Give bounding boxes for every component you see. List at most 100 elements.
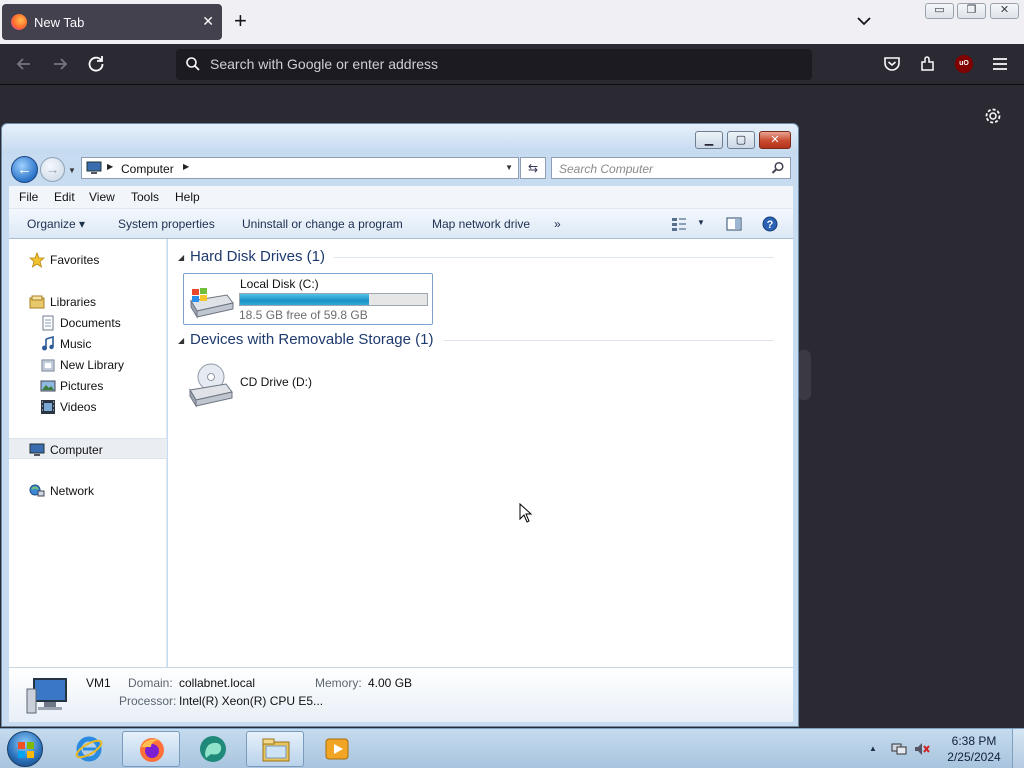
group-hard-disk-drives[interactable]: ◢ Hard Disk Drives (1): [174, 247, 784, 267]
search-icon: [771, 161, 784, 174]
volume-muted-icon[interactable]: [914, 741, 930, 757]
preview-pane-icon[interactable]: [726, 216, 742, 232]
ublock-extension-icon[interactable]: uO: [955, 55, 973, 73]
forward-arrow-icon[interactable]: [48, 52, 72, 76]
library-icon: [41, 359, 55, 372]
processor-label: Processor:: [119, 694, 177, 708]
system-properties-button[interactable]: System properties: [118, 217, 215, 231]
show-hidden-icons-icon[interactable]: ▲: [869, 744, 877, 753]
content-pane: ◢ Hard Disk Drives (1) Local Disk (C:) 1…: [168, 239, 793, 667]
chat-app-icon: [200, 736, 226, 762]
taskbar-firefox[interactable]: [122, 731, 180, 767]
computer-icon: [26, 678, 67, 714]
clock-date[interactable]: 2/25/2024: [940, 750, 1008, 764]
scroll-handle[interactable]: [797, 350, 811, 400]
extensions-icon[interactable]: [919, 55, 937, 73]
nav-item-documents[interactable]: Documents: [9, 312, 167, 333]
start-button[interactable]: [7, 731, 43, 767]
group-removable-storage[interactable]: ◢ Devices with Removable Storage (1): [174, 330, 784, 350]
network-icon: [29, 484, 45, 497]
taskbar-media-player[interactable]: [308, 731, 366, 767]
address-bar[interactable]: ▶ Computer ▶ ▼: [81, 157, 519, 179]
refresh-button[interactable]: ⇆: [520, 157, 546, 179]
breadcrumb-arrow-icon[interactable]: ▶: [107, 162, 113, 171]
network-tray-icon[interactable]: [891, 741, 907, 757]
show-desktop-button[interactable]: [1012, 729, 1024, 768]
search-input[interactable]: Search Computer: [551, 157, 791, 179]
back-arrow-icon[interactable]: [12, 52, 36, 76]
view-options-dropdown-icon[interactable]: ▼: [697, 218, 705, 227]
gear-icon[interactable]: [984, 107, 1002, 125]
menu-hamburger-icon[interactable]: [991, 55, 1009, 73]
clock-time[interactable]: 6:38 PM: [940, 734, 1008, 748]
address-dropdown-icon[interactable]: ▼: [505, 163, 513, 172]
drive-d-tile[interactable]: CD Drive (D:): [183, 359, 433, 411]
menu-bar: File Edit View Tools Help: [9, 186, 793, 209]
nav-item-pictures[interactable]: Pictures: [9, 375, 167, 396]
cd-drive-icon: [189, 363, 233, 408]
details-pane: VM1 Domain: collabnet.local Memory: 4.00…: [9, 667, 793, 722]
taskbar-windows-explorer[interactable]: [246, 731, 304, 767]
explorer-address-row: ← → ▼ ▶ Computer ▶ ▼ ⇆ Search Computer: [2, 154, 798, 186]
group-title: Devices with Removable Storage (1): [190, 331, 434, 348]
processor-value: Intel(R) Xeon(R) CPU E5...: [179, 694, 324, 708]
uninstall-program-button[interactable]: Uninstall or change a program: [242, 217, 403, 231]
search-placeholder: Search Computer: [559, 162, 654, 176]
window-minimize-button[interactable]: ▭: [925, 3, 954, 19]
nav-item-libraries[interactable]: Libraries: [9, 291, 167, 312]
back-button[interactable]: ←: [11, 156, 38, 183]
nav-item-new-library[interactable]: New Library: [9, 354, 167, 375]
tab-close-icon[interactable]: ✕: [202, 13, 214, 30]
recent-pages-dropdown[interactable]: ▼: [68, 166, 76, 175]
help-icon[interactable]: ?: [762, 216, 778, 232]
explorer-minimize-button[interactable]: ▁: [695, 131, 723, 149]
change-view-icon[interactable]: [671, 216, 687, 232]
chevron-down-icon[interactable]: [855, 12, 873, 30]
menu-help[interactable]: Help: [175, 190, 200, 204]
menu-view[interactable]: View: [89, 190, 115, 204]
window-restore-button[interactable]: ❐: [957, 3, 986, 19]
forward-button[interactable]: →: [40, 157, 65, 182]
window-close-button[interactable]: ✕: [990, 3, 1019, 19]
new-tab-button[interactable]: +: [234, 9, 247, 33]
breadcrumb-computer[interactable]: Computer: [121, 162, 174, 176]
nav-item-music[interactable]: Music: [9, 333, 167, 354]
libraries-icon: [29, 295, 45, 309]
nav-item-network[interactable]: Network: [9, 480, 167, 501]
url-bar[interactable]: Search with Google or enter address: [176, 49, 812, 80]
internet-explorer-icon: [75, 736, 103, 762]
navigation-pane: Favorites Libraries Documents Music New …: [9, 239, 167, 667]
collapse-triangle-icon[interactable]: ◢: [178, 253, 184, 262]
menu-edit[interactable]: Edit: [54, 190, 75, 204]
command-bar: Organize ▾ System properties Uninstall o…: [9, 209, 793, 239]
explorer-maximize-button[interactable]: ▢: [727, 131, 755, 149]
taskbar-chat-app[interactable]: [184, 731, 242, 767]
computer-name: VM1: [86, 676, 111, 690]
pictures-icon: [40, 380, 56, 392]
firefox-icon: [11, 14, 27, 30]
nav-item-videos[interactable]: Videos: [9, 396, 167, 417]
menu-tools[interactable]: Tools: [131, 190, 159, 204]
nav-item-favorites[interactable]: Favorites: [9, 249, 167, 270]
map-network-drive-button[interactable]: Map network drive: [432, 217, 530, 231]
more-commands-button[interactable]: »: [554, 217, 561, 231]
explorer-titlebar[interactable]: ▁ ▢ ✕: [2, 124, 798, 154]
url-placeholder: Search with Google or enter address: [210, 56, 439, 72]
tab-title: New Tab: [34, 14, 85, 30]
videos-icon: [41, 400, 55, 414]
explorer-close-button[interactable]: ✕: [759, 131, 791, 149]
collapse-triangle-icon[interactable]: ◢: [178, 336, 184, 345]
breadcrumb-arrow-icon[interactable]: ▶: [183, 162, 189, 171]
svg-text:?: ?: [767, 219, 774, 231]
menu-file[interactable]: File: [19, 190, 38, 204]
group-divider: [444, 340, 774, 341]
browser-tab[interactable]: New Tab ✕: [2, 4, 222, 40]
taskbar-internet-explorer[interactable]: [60, 731, 118, 767]
organize-button[interactable]: Organize ▾: [27, 217, 85, 231]
reload-icon[interactable]: [84, 52, 108, 76]
pocket-icon[interactable]: [883, 55, 901, 73]
mouse-cursor-icon: [519, 503, 533, 523]
drive-c-tile[interactable]: Local Disk (C:) 18.5 GB free of 59.8 GB: [183, 273, 433, 325]
nav-item-computer[interactable]: Computer: [9, 438, 167, 459]
group-title: Hard Disk Drives (1): [190, 248, 326, 265]
